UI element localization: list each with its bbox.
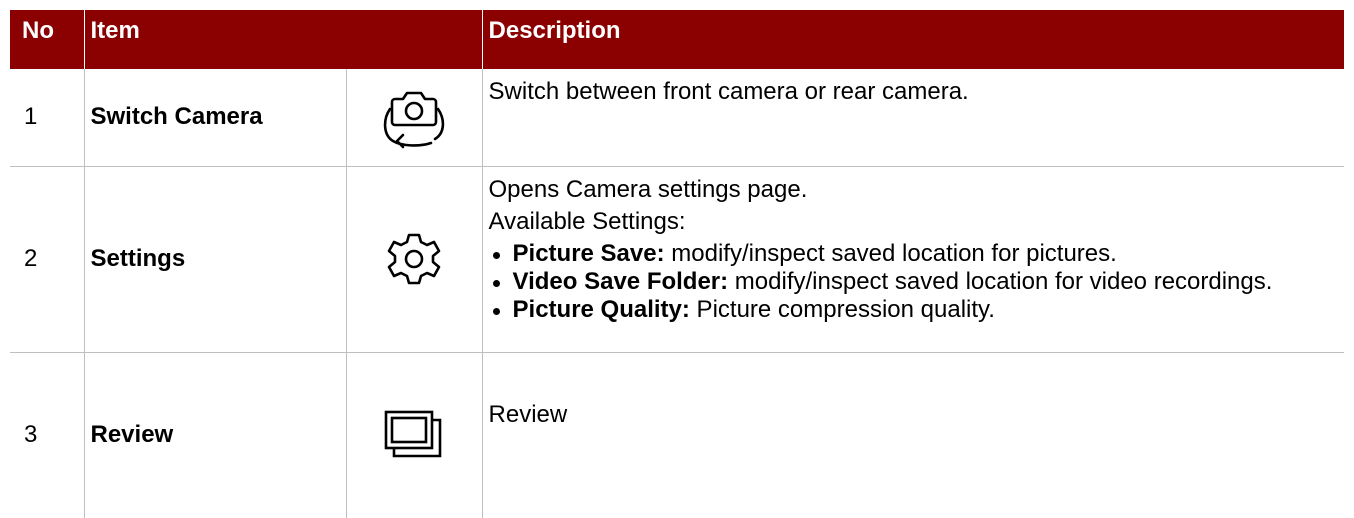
row-number: 1 xyxy=(10,69,84,167)
icon-cell xyxy=(345,352,483,518)
icon-cell xyxy=(345,166,483,353)
description-cell: Review xyxy=(481,352,1345,518)
table-row: 2 Settings Opens Camera settings page. A… xyxy=(10,166,1345,353)
header-item: Item xyxy=(83,10,483,69)
row-number: 3 xyxy=(24,421,38,449)
switch-camera-icon xyxy=(383,91,445,149)
gallery-icon xyxy=(384,410,442,458)
list-item: Video Save Folder: modify/inspect saved … xyxy=(489,268,1339,296)
list-item-term: Picture Quality: xyxy=(512,295,690,323)
bullet-icon xyxy=(492,307,500,315)
header-no: No xyxy=(10,10,84,69)
table-row: 3 Review Review xyxy=(10,352,1345,518)
item-name: Review xyxy=(83,352,346,518)
table-header-row: No Item Description xyxy=(10,10,1345,69)
list-item-text: modify/inspect saved location for pictur… xyxy=(664,239,1117,267)
list-item-term: Video Save Folder: xyxy=(512,267,729,295)
description-line: Opens Camera settings page. xyxy=(488,175,808,203)
settings-list: Picture Save: modify/inspect saved locat… xyxy=(489,240,1339,324)
item-name: Switch Camera xyxy=(83,69,346,167)
header-description: Description xyxy=(481,10,1345,69)
list-item-term: Picture Save: xyxy=(512,239,665,267)
gear-icon xyxy=(387,233,441,285)
list-item: Picture Save: modify/inspect saved locat… xyxy=(489,240,1339,268)
list-item: Picture Quality: Picture compression qua… xyxy=(489,296,1339,324)
bullet-icon xyxy=(492,251,500,259)
description-cell: Opens Camera settings page. Available Se… xyxy=(481,166,1345,353)
item-name: Settings xyxy=(83,166,346,353)
icon-cell xyxy=(345,69,483,167)
list-item-text: Picture compression quality. xyxy=(689,295,995,323)
row-number: 2 xyxy=(10,166,84,353)
description-line: Available Settings: xyxy=(488,207,686,235)
table-row: 1 Switch Camera Switch between front cam… xyxy=(10,69,1345,167)
description-cell: Switch between front camera or rear came… xyxy=(481,69,1345,167)
bullet-icon xyxy=(492,279,500,287)
list-item-text: modify/inspect saved location for video … xyxy=(728,267,1273,295)
camera-functions-table: No Item Description 1 Switch Camera Swit… xyxy=(10,10,1345,518)
